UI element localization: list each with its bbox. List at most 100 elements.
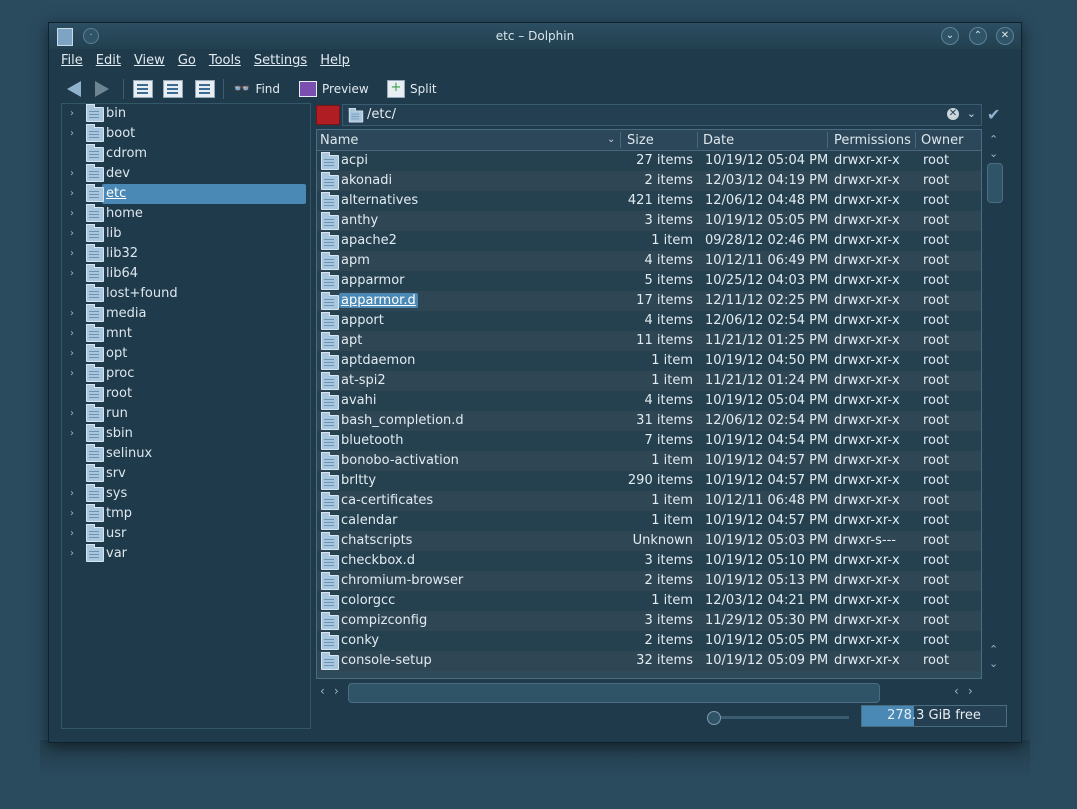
menu-go[interactable]: Go: [178, 53, 196, 73]
tree-item-etc[interactable]: › etc: [62, 184, 310, 204]
file-row[interactable]: calendar 1 item 10/19/12 04:57 PM drwxr-xr-…: [317, 511, 981, 531]
menu-file[interactable]: File: [61, 53, 83, 73]
menu-tools[interactable]: Tools: [209, 53, 241, 73]
expand-arrow-icon[interactable]: ›: [70, 128, 74, 139]
column-name[interactable]: Name: [320, 133, 358, 148]
accept-check-icon[interactable]: ✔: [987, 105, 1000, 124]
column-size[interactable]: Size: [627, 133, 654, 148]
file-row[interactable]: ca-certificates 1 item 10/12/11 06:48 PM dr…: [317, 491, 981, 511]
horizontal-scroll-thumb[interactable]: [348, 683, 880, 703]
scroll-left-icon[interactable]: ‹: [954, 684, 959, 698]
file-row[interactable]: brltty 290 items 10/19/12 04:57 PM drwxr-xr…: [317, 471, 981, 491]
expand-arrow-icon[interactable]: ›: [70, 508, 74, 519]
tree-item-root[interactable]: root: [62, 384, 310, 404]
file-row[interactable]: bluetooth 7 items 10/19/12 04:54 PM drwxr-x…: [317, 431, 981, 451]
scroll-down-icon[interactable]: ⌃: [989, 643, 998, 656]
menu-help[interactable]: Help: [320, 53, 350, 73]
close-button[interactable]: ✕: [996, 27, 1014, 45]
tree-item-lib32[interactable]: › lib32: [62, 244, 310, 264]
column-date[interactable]: Date: [703, 133, 734, 148]
tree-item-selinux[interactable]: selinux: [62, 444, 310, 464]
tree-item-var[interactable]: › var: [62, 544, 310, 564]
column-divider[interactable]: [915, 132, 916, 148]
file-row[interactable]: apport 4 items 12/06/12 02:54 PM drwxr-xr-x…: [317, 311, 981, 331]
file-row[interactable]: acpi 27 items 10/19/12 05:04 PM drwxr-xr-x r…: [317, 151, 981, 171]
column-permissions[interactable]: Permissions: [834, 133, 911, 148]
column-divider[interactable]: [827, 132, 828, 148]
tree-item-lost-found[interactable]: lost+found: [62, 284, 310, 304]
file-row[interactable]: apm 4 items 10/12/11 06:49 PM drwxr-xr-x roo…: [317, 251, 981, 271]
expand-arrow-icon[interactable]: ›: [70, 488, 74, 499]
column-owner[interactable]: Owner: [921, 133, 963, 148]
tree-item-srv[interactable]: srv: [62, 464, 310, 484]
vertical-scrollbar[interactable]: ⌃ ⌄ ⌃ ⌄: [985, 129, 1005, 677]
expand-arrow-icon[interactable]: ›: [70, 108, 74, 119]
expand-arrow-icon[interactable]: ›: [70, 528, 74, 539]
tree-item-tmp[interactable]: › tmp: [62, 504, 310, 524]
tree-item-dev[interactable]: › dev: [62, 164, 310, 184]
preview-button[interactable]: Preview: [299, 79, 369, 99]
expand-arrow-icon[interactable]: ›: [70, 168, 74, 179]
tree-item-cdrom[interactable]: cdrom: [62, 144, 310, 164]
file-row[interactable]: checkbox.d 3 items 10/19/12 05:10 PM drwxr-…: [317, 551, 981, 571]
expand-arrow-icon[interactable]: ›: [70, 208, 74, 219]
details-view-button[interactable]: [195, 79, 215, 99]
file-row[interactable]: avahi 4 items 10/19/12 05:04 PM drwxr-xr-x r…: [317, 391, 981, 411]
tree-item-mnt[interactable]: › mnt: [62, 324, 310, 344]
expand-arrow-icon[interactable]: ›: [70, 228, 74, 239]
tree-item-boot[interactable]: › boot: [62, 124, 310, 144]
file-row[interactable]: console-setup 32 items 10/19/12 05:09 PM dr…: [317, 651, 981, 671]
file-row[interactable]: alternatives 421 items 12/06/12 04:48 PM dr…: [317, 191, 981, 211]
tree-item-proc[interactable]: › proc: [62, 364, 310, 384]
zoom-slider[interactable]: [707, 711, 849, 725]
file-row[interactable]: apparmor.d 17 items 12/11/12 02:25 PM drwxr…: [317, 291, 981, 311]
tree-item-bin[interactable]: › bin: [62, 104, 310, 124]
tree-item-opt[interactable]: › opt: [62, 344, 310, 364]
places-folder-icon[interactable]: [316, 105, 340, 125]
column-divider[interactable]: [697, 132, 698, 148]
menu-view[interactable]: View: [134, 53, 165, 73]
file-row[interactable]: compizconfig 3 items 11/29/12 05:30 PM drwx…: [317, 611, 981, 631]
tree-item-run[interactable]: › run: [62, 404, 310, 424]
icons-view-button[interactable]: [133, 79, 153, 99]
file-row[interactable]: chatscripts Unknown 10/19/12 05:03 PM drwxr…: [317, 531, 981, 551]
file-row[interactable]: conky 2 items 10/19/12 05:05 PM drwxr-xr-x r…: [317, 631, 981, 651]
menu-settings[interactable]: Settings: [254, 53, 307, 73]
file-row[interactable]: aptdaemon 1 item 10/19/12 04:50 PM drwxr-xr…: [317, 351, 981, 371]
free-space-indicator[interactable]: 278.3 GiB free: [861, 705, 1007, 727]
expand-arrow-icon[interactable]: ›: [70, 328, 74, 339]
menu-edit[interactable]: Edit: [96, 53, 121, 73]
file-row[interactable]: anthy 3 items 10/19/12 05:05 PM drwxr-xr-x r…: [317, 211, 981, 231]
location-path[interactable]: /etc/: [367, 107, 396, 122]
file-row[interactable]: bash_completion.d 31 items 12/06/12 02:54 …: [317, 411, 981, 431]
scroll-down-icon[interactable]: ⌄: [989, 657, 998, 670]
file-row[interactable]: apt 11 items 11/21/12 01:25 PM drwxr-xr-x ro…: [317, 331, 981, 351]
column-divider[interactable]: [620, 132, 621, 148]
forward-button[interactable]: [95, 79, 109, 99]
expand-arrow-icon[interactable]: ›: [70, 428, 74, 439]
file-row[interactable]: chromium-browser 2 items 10/19/12 05:13 PM…: [317, 571, 981, 591]
expand-arrow-icon[interactable]: ›: [70, 368, 74, 379]
find-button[interactable]: 👓 Find: [233, 79, 280, 99]
expand-arrow-icon[interactable]: ›: [70, 268, 74, 279]
expand-arrow-icon[interactable]: ›: [70, 248, 74, 259]
scroll-up-icon[interactable]: ⌃: [989, 133, 998, 146]
expand-arrow-icon[interactable]: ›: [70, 408, 74, 419]
tree-item-lib[interactable]: › lib: [62, 224, 310, 244]
scroll-up-icon[interactable]: ⌄: [989, 147, 998, 160]
zoom-slider-handle[interactable]: [707, 711, 721, 725]
tree-item-sbin[interactable]: › sbin: [62, 424, 310, 444]
sort-descending-icon[interactable]: ⌄: [607, 134, 615, 145]
expand-arrow-icon[interactable]: ›: [70, 188, 74, 199]
back-button[interactable]: [67, 79, 81, 99]
split-button[interactable]: + Split: [387, 79, 437, 99]
maximize-button[interactable]: ⌃: [969, 27, 987, 45]
file-row[interactable]: apache2 1 item 09/28/12 02:46 PM drwxr-xr-x…: [317, 231, 981, 251]
expand-arrow-icon[interactable]: ›: [70, 348, 74, 359]
file-list[interactable]: Name ⌄ Size Date Permissions Owner acpi 2…: [316, 129, 982, 679]
tree-item-home[interactable]: › home: [62, 204, 310, 224]
file-row[interactable]: at-spi2 1 item 11/21/12 01:24 PM drwxr-xr-x…: [317, 371, 981, 391]
scroll-right-icon[interactable]: ›: [334, 684, 339, 698]
scroll-left-icon[interactable]: ‹: [320, 684, 325, 698]
vertical-scroll-thumb[interactable]: [987, 163, 1003, 203]
